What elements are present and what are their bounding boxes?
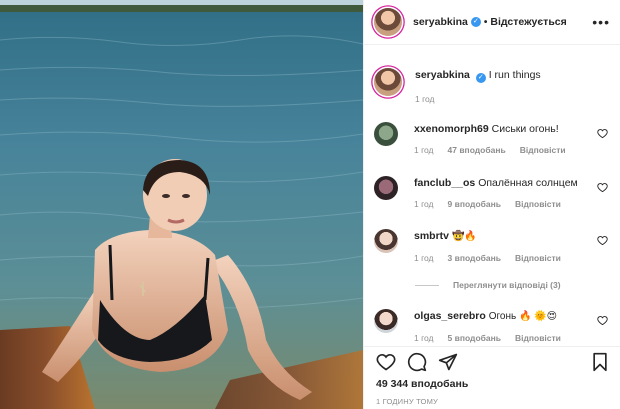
- verified-icon: ✓: [470, 17, 481, 27]
- comment-likes[interactable]: 5 вподобань: [448, 333, 501, 343]
- caption-time[interactable]: 1 год: [415, 94, 435, 104]
- like-heart-icon[interactable]: [597, 235, 608, 246]
- comment-username[interactable]: fanclub__os: [414, 177, 475, 189]
- view-replies-label: Переглянути відповіді (3): [453, 280, 561, 290]
- comment-time[interactable]: 1 год: [414, 253, 434, 263]
- comment-likes[interactable]: 3 вподобань: [448, 253, 501, 263]
- comment-avatar[interactable]: [374, 176, 398, 200]
- comment-time[interactable]: 1 год: [414, 199, 434, 209]
- view-replies-divider: [415, 284, 439, 286]
- comment-item: fanclub__os Опалённая солнцем 1 год 9 вп…: [374, 176, 608, 209]
- reply-button[interactable]: Відповісти: [520, 145, 566, 155]
- like-heart-icon[interactable]: [597, 182, 608, 193]
- comment-item: xxenomorph69 Сиськи огонь! 1 год 47 впод…: [374, 122, 608, 155]
- share-icon[interactable]: [438, 352, 458, 372]
- comment-username[interactable]: smbrtv: [414, 230, 449, 242]
- post-timestamp[interactable]: 1 ГОДИНУ ТОМУ: [376, 397, 438, 406]
- reply-button[interactable]: Відповісти: [515, 333, 561, 343]
- reply-button[interactable]: Відповісти: [515, 199, 561, 209]
- author-avatar[interactable]: [374, 8, 402, 36]
- comment-likes[interactable]: 9 вподобань: [448, 199, 501, 209]
- photo-image: [0, 0, 363, 409]
- post-header: seryabkina ✓ • Відстежується •••: [364, 0, 620, 45]
- comment-avatar[interactable]: [374, 122, 398, 146]
- like-heart-icon[interactable]: [597, 128, 608, 139]
- comment-avatar[interactable]: [374, 229, 398, 253]
- comment-avatar[interactable]: [374, 309, 398, 333]
- comment-username[interactable]: xxenomorph69: [414, 123, 489, 135]
- like-icon[interactable]: [376, 352, 396, 372]
- header-separator: •: [483, 16, 488, 28]
- verified-icon: ✓: [475, 73, 486, 83]
- comment-text: Опалённая солнцем: [478, 177, 578, 189]
- caption-username[interactable]: seryabkina: [415, 69, 470, 81]
- comment-likes[interactable]: 47 вподобань: [448, 145, 506, 155]
- post-side-panel: seryabkina ✓ • Відстежується ••• seryabk…: [363, 0, 620, 409]
- post-actions: 49 344 вподобань 1 ГОДИНУ ТОМУ: [364, 346, 620, 409]
- like-heart-icon[interactable]: [597, 315, 608, 326]
- author-username[interactable]: seryabkina: [413, 16, 468, 28]
- reply-button[interactable]: Відповісти: [515, 253, 561, 263]
- bookmark-icon[interactable]: [590, 352, 610, 372]
- view-replies-button[interactable]: Переглянути відповіді (3): [415, 280, 561, 290]
- comment-icon[interactable]: [407, 352, 427, 372]
- comment-username[interactable]: olgas_serebro: [414, 310, 486, 322]
- caption-avatar[interactable]: [374, 68, 402, 96]
- comment-text: Огонь 🔥 🌞😍: [488, 311, 558, 322]
- follow-status-button[interactable]: Відстежується: [490, 16, 566, 28]
- comment-text: Сиськи огонь!: [491, 123, 559, 135]
- comments-list[interactable]: seryabkina ✓ I run things 1 год xxenomor…: [364, 46, 620, 346]
- comment-item: smbrtv 🤠🔥 1 год 3 вподобань Відповісти: [374, 229, 608, 263]
- likes-count[interactable]: 49 344 вподобань: [376, 378, 468, 390]
- comment-time[interactable]: 1 год: [414, 333, 434, 343]
- caption: seryabkina ✓ I run things 1 год: [374, 68, 608, 104]
- comment-item: olgas_serebro Огонь 🔥 🌞😍 1 год 5 вподоба…: [374, 309, 608, 343]
- comment-text: 🤠🔥: [451, 231, 477, 242]
- more-horizontal-icon[interactable]: •••: [592, 14, 610, 30]
- caption-text: I run things: [488, 69, 541, 81]
- comment-time[interactable]: 1 год: [414, 145, 434, 155]
- post-photo[interactable]: [0, 0, 363, 409]
